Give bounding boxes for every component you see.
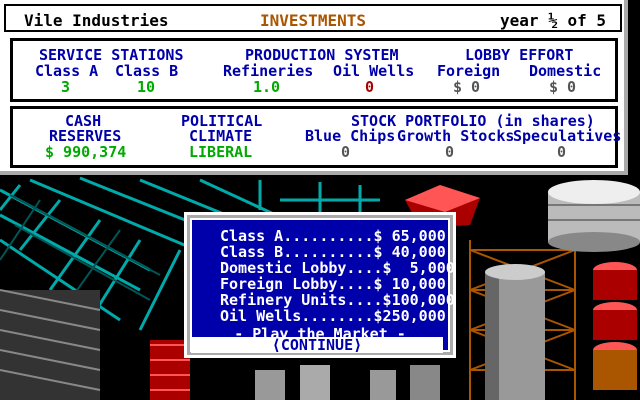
assets-box: SERVICE STATIONS Class A Class B 3 10 PR… [10,38,618,102]
blue-chips-value: 0 [341,143,351,161]
foreign-label: Foreign [437,62,501,80]
title-bar: Vile Industries INVESTMENTS year ½ of 5 [4,4,622,32]
storage-tank-left [0,289,190,400]
political-heading-line2: CLIMATE [189,127,253,145]
lobby-effort-heading: LOBBY EFFORT [465,46,574,64]
large-white-tank [548,180,640,252]
red-barrels [593,262,637,390]
cash-heading-line2: RESERVES [49,127,122,145]
cash-value: $ 990,374 [45,143,127,161]
continue-button[interactable]: ⟨CONTINUE⟩ [191,337,443,353]
foreign-lobby-value: $ 0 [453,78,481,96]
growth-stocks-value: 0 [445,143,455,161]
political-climate-value: LIBERAL [189,143,253,161]
class-a-label: Class A [35,62,99,80]
class-a-value: 3 [61,78,71,96]
finance-box: CASH RESERVES $ 990,374 POLITICAL CLIMAT… [10,106,622,168]
refineries-label: Refineries [223,62,314,80]
price-foreign-lobby[interactable]: Foreign Lobby....$ 10,000 [220,276,446,292]
domestic-lobby-value: $ 0 [549,78,577,96]
oil-wells-label: Oil Wells [333,62,415,80]
year-indicator: year ½ of 5 [500,11,606,30]
production-system-heading: PRODUCTION SYSTEM [245,46,399,64]
investment-dialog: Class A..........$ 65,000 Class B.......… [184,212,456,358]
price-refinery-units[interactable]: Refinery Units....$100,000 [220,292,455,308]
grey-pillars [255,365,440,400]
speculatives-value: 0 [557,143,567,161]
domestic-label: Domestic [529,62,602,80]
oil-wells-value: 0 [365,78,375,96]
price-domestic-lobby[interactable]: Domestic Lobby....$ 5,000 [220,260,455,276]
speculatives-label: Speculatives [513,127,622,145]
price-oil-wells[interactable]: Oil Wells........$250,000 [220,308,446,324]
price-list-panel: Class A..........$ 65,000 Class B.......… [190,218,455,352]
price-class-b[interactable]: Class B..........$ 40,000 [220,244,446,260]
service-stations-heading: SERVICE STATIONS [39,46,184,64]
blue-chips-label: Blue Chips [305,127,396,145]
silver-cylinder [485,264,545,400]
refineries-value: 1.0 [253,78,281,96]
class-b-value: 10 [137,78,156,96]
status-panel: Vile Industries INVESTMENTS year ½ of 5 … [0,0,628,175]
growth-stocks-label: Growth Stocks [397,127,515,145]
class-b-label: Class B [115,62,179,80]
price-class-a[interactable]: Class A..........$ 65,000 [220,228,446,244]
